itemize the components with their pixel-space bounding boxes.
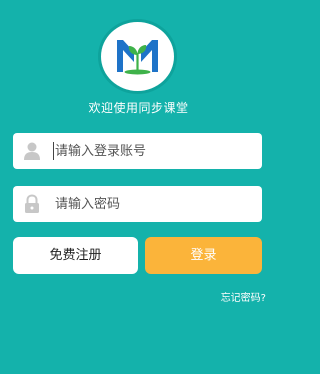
register-button[interactable]: 免费注册: [13, 237, 138, 274]
password-input[interactable]: [55, 186, 255, 222]
login-button[interactable]: 登录: [145, 237, 262, 274]
welcome-title: 欢迎使用同步课堂: [88, 101, 189, 115]
text-cursor: [53, 142, 54, 160]
user-icon: [24, 142, 40, 160]
lock-icon: [25, 194, 39, 213]
forgot-password-link[interactable]: 忘记密码?: [221, 289, 266, 304]
account-input[interactable]: [55, 133, 255, 169]
app-logo: [101, 22, 174, 91]
password-field[interactable]: [13, 186, 262, 222]
account-field[interactable]: [13, 133, 262, 169]
book-sprout-logo-icon: [117, 40, 158, 75]
